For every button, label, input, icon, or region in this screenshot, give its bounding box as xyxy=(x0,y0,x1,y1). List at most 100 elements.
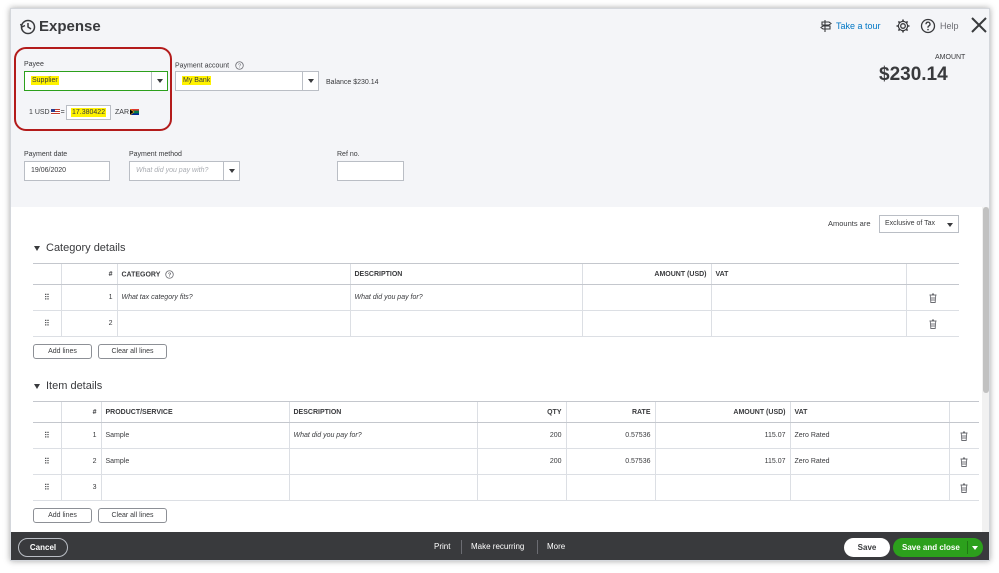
product-cell[interactable]: Sample xyxy=(100,422,289,449)
header-panel: Expense Take a tour Help Payee Supplier … xyxy=(11,9,989,207)
item-details-toggle[interactable]: Item details xyxy=(34,380,102,392)
amount-cell[interactable] xyxy=(581,310,711,337)
qty-cell[interactable]: 200 xyxy=(476,448,566,475)
table-row[interactable]: ⠿ 1 What tax category fits? What did you… xyxy=(33,284,959,311)
divider xyxy=(537,540,538,554)
category-clear-all-button[interactable]: Clear all lines xyxy=(98,344,167,359)
payment-date-label: Payment date xyxy=(24,151,68,158)
info-icon[interactable]: ? xyxy=(235,61,244,70)
item-add-lines-button[interactable]: Add lines xyxy=(33,508,92,523)
category-cell[interactable]: What tax category fits? xyxy=(116,284,350,311)
rate-cell[interactable]: 0.57536 xyxy=(565,422,655,449)
vat-cell[interactable] xyxy=(710,284,906,311)
col-header: AMOUNT (USD) xyxy=(654,401,790,423)
product-cell[interactable] xyxy=(100,474,289,501)
description-cell[interactable] xyxy=(288,474,477,501)
caret-down-icon xyxy=(34,383,40,389)
history-icon[interactable] xyxy=(19,18,37,36)
col-header: RATE xyxy=(565,401,655,423)
amount-cell[interactable] xyxy=(654,474,790,501)
payment-account-select[interactable]: My Bank xyxy=(175,71,319,91)
drag-handle-icon[interactable]: ⠿ xyxy=(33,284,61,311)
save-and-close-button[interactable]: Save and close xyxy=(893,538,983,557)
table-row[interactable]: ⠿ 2 xyxy=(33,310,959,337)
info-icon[interactable]: ? xyxy=(165,269,174,279)
rate-cell[interactable] xyxy=(565,474,655,501)
payment-method-select[interactable]: What did you pay with? xyxy=(129,161,240,181)
col-header: # xyxy=(60,263,117,285)
signpost-icon[interactable] xyxy=(819,19,833,33)
scrollbar-thumb[interactable] xyxy=(983,207,989,393)
trash-icon[interactable] xyxy=(960,483,968,493)
total-amount: $230.14 xyxy=(879,64,948,85)
vat-cell[interactable] xyxy=(789,474,949,501)
help-link[interactable]: Help xyxy=(940,21,959,31)
col-header: PRODUCT/SERVICE xyxy=(100,401,289,423)
chevron-down-icon[interactable] xyxy=(302,72,318,90)
trash-icon[interactable] xyxy=(960,431,968,441)
col-header xyxy=(948,401,979,423)
table-row[interactable]: ⠿ 2 Sample 200 0.57536 115.07 Zero Rated xyxy=(33,448,979,475)
print-button[interactable]: Print xyxy=(434,542,450,551)
amounts-are-label: Amounts are xyxy=(828,219,871,228)
table-row[interactable]: ⠿ 3 xyxy=(33,474,979,501)
delete-row[interactable] xyxy=(905,284,959,311)
chevron-down-icon[interactable] xyxy=(972,546,978,550)
save-button[interactable]: Save xyxy=(844,538,890,557)
description-cell[interactable]: What did you pay for? xyxy=(288,422,477,449)
vat-cell[interactable] xyxy=(710,310,906,337)
ref-no-input[interactable] xyxy=(337,161,404,181)
vat-cell[interactable]: Zero Rated xyxy=(789,448,949,475)
category-add-lines-button[interactable]: Add lines xyxy=(33,344,92,359)
drag-handle-icon[interactable]: ⠿ xyxy=(33,422,61,449)
help-icon[interactable] xyxy=(920,18,936,34)
delete-row[interactable] xyxy=(948,474,979,501)
col-header: VAT xyxy=(789,401,949,423)
trash-icon[interactable] xyxy=(960,457,968,467)
amounts-are-select[interactable]: Exclusive of Tax xyxy=(879,215,959,233)
item-clear-all-button[interactable]: Clear all lines xyxy=(98,508,167,523)
drag-handle-icon[interactable]: ⠿ xyxy=(33,310,61,337)
description-cell[interactable]: What did you pay for? xyxy=(349,284,582,311)
close-icon[interactable] xyxy=(969,15,989,35)
category-cell[interactable] xyxy=(116,310,350,337)
delete-row[interactable] xyxy=(948,448,979,475)
make-recurring-button[interactable]: Make recurring xyxy=(471,542,524,551)
payment-method-label: Payment method xyxy=(129,151,182,158)
payment-date-input[interactable]: 19/06/2020 xyxy=(24,161,110,181)
delete-row[interactable] xyxy=(905,310,959,337)
cancel-button[interactable]: Cancel xyxy=(18,538,68,557)
balance-text: Balance $230.14 xyxy=(326,79,379,86)
expense-window: Expense Take a tour Help Payee Supplier … xyxy=(10,8,990,561)
delete-row[interactable] xyxy=(948,422,979,449)
amount-cell[interactable]: 115.07 xyxy=(654,422,790,449)
amount-label: AMOUNT xyxy=(935,54,966,61)
description-cell[interactable] xyxy=(349,310,582,337)
drag-handle-icon[interactable]: ⠿ xyxy=(33,448,61,475)
qty-cell[interactable] xyxy=(476,474,566,501)
rate-cell[interactable]: 0.57536 xyxy=(565,448,655,475)
caret-down-icon xyxy=(34,245,40,251)
footer-bar: Cancel Print Make recurring More Save Sa… xyxy=(11,532,989,560)
amount-cell[interactable]: 115.07 xyxy=(654,448,790,475)
chevron-down-icon[interactable] xyxy=(942,216,958,232)
description-cell[interactable] xyxy=(288,448,477,475)
table-row[interactable]: ⠿ 1 Sample What did you pay for? 200 0.5… xyxy=(33,422,979,449)
trash-icon[interactable] xyxy=(929,319,937,329)
take-tour-link[interactable]: Take a tour xyxy=(836,21,881,31)
drag-handle-icon[interactable]: ⠿ xyxy=(33,474,61,501)
chevron-down-icon[interactable] xyxy=(223,162,239,180)
col-header: # xyxy=(60,401,101,423)
vat-cell[interactable]: Zero Rated xyxy=(789,422,949,449)
gear-icon[interactable] xyxy=(895,18,911,34)
qty-cell[interactable]: 200 xyxy=(476,422,566,449)
col-header: QTY xyxy=(476,401,566,423)
col-header xyxy=(905,263,959,285)
more-button[interactable]: More xyxy=(547,542,565,551)
product-cell[interactable]: Sample xyxy=(100,448,289,475)
payment-account-label: Payment account ? xyxy=(175,61,244,70)
amount-cell[interactable] xyxy=(581,284,711,311)
trash-icon[interactable] xyxy=(929,293,937,303)
col-header: AMOUNT (USD) xyxy=(581,263,711,285)
category-details-toggle[interactable]: Category details xyxy=(34,242,126,254)
